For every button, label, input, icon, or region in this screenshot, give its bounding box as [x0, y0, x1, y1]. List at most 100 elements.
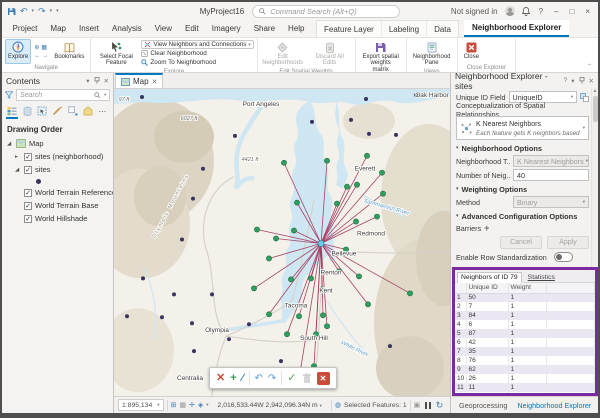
- selection-box-icon[interactable]: ▣: [414, 401, 421, 409]
- neighbor-point[interactable]: [320, 313, 325, 318]
- tab-neighborhood-explorer[interactable]: Neighborhood Explorer: [464, 20, 569, 37]
- sign-in-status[interactable]: Not signed in: [451, 7, 498, 16]
- site-point[interactable]: [160, 315, 164, 319]
- help-icon[interactable]: ?: [537, 7, 545, 16]
- table-row[interactable]: 12991: [455, 392, 595, 396]
- tab-imagery[interactable]: Imagery: [205, 20, 247, 37]
- method-select[interactable]: Binary ▾: [513, 196, 589, 208]
- focal-feature-point[interactable]: [318, 241, 324, 247]
- filter-funnel-icon[interactable]: [5, 91, 13, 99]
- delete-icon[interactable]: [302, 373, 312, 384]
- neighbor-point[interactable]: [273, 236, 278, 241]
- export-spatial-weights-button[interactable]: Export spatial weights matrix: [359, 39, 403, 73]
- select-focal-feature-button[interactable]: Select Focal Feature: [94, 39, 138, 68]
- maximize-button[interactable]: □: [567, 7, 576, 16]
- site-point[interactable]: [367, 132, 371, 136]
- neighbor-point[interactable]: [353, 219, 358, 224]
- neighbor-point[interactable]: [344, 184, 349, 189]
- grid-icon[interactable]: ▦: [179, 401, 186, 409]
- add-neighbor-icon[interactable]: +: [230, 373, 236, 384]
- coordinates-readout[interactable]: 2,016,533.44W 2,942,096.34N m ▾: [218, 402, 322, 409]
- neighbor-point[interactable]: [291, 228, 296, 233]
- expander-icon[interactable]: ◢: [7, 141, 13, 147]
- edit-neighborhoods-button[interactable]: Edit Neighborhoods: [261, 39, 305, 68]
- close-tab-icon[interactable]: ✕: [152, 78, 158, 86]
- selection-globe-icon[interactable]: ◍: [335, 401, 341, 409]
- cancel-button[interactable]: Cancel: [500, 236, 542, 249]
- snapping-icon[interactable]: ✛: [189, 401, 195, 409]
- tab-labeling[interactable]: Labeling: [382, 21, 427, 37]
- weighting-options-section[interactable]: ▾ Weighting Options: [456, 184, 589, 194]
- customize-qat-caret-icon[interactable]: ▾: [56, 8, 59, 14]
- redo-caret-icon[interactable]: ▾: [50, 8, 53, 14]
- site-point[interactable]: [349, 118, 353, 122]
- fixed-zoom-icon[interactable]: ▦: [41, 45, 47, 51]
- expander-icon[interactable]: ▸: [15, 154, 21, 160]
- undo-icon[interactable]: ↶: [255, 373, 263, 384]
- statistics-tab[interactable]: Statistics: [525, 273, 558, 282]
- site-point[interactable]: [227, 337, 231, 341]
- neighborhood-type-select[interactable]: K Nearest Neighbors ▾: [513, 155, 589, 167]
- list-by-selection-tab[interactable]: [36, 105, 48, 119]
- close-toolbar-icon[interactable]: ✕: [317, 372, 330, 385]
- site-point[interactable]: [140, 95, 144, 99]
- site-point[interactable]: [233, 134, 237, 138]
- pane-close-icon[interactable]: ✕: [589, 77, 594, 85]
- table-row[interactable]: 6421: [455, 338, 595, 347]
- site-point[interactable]: [279, 359, 283, 363]
- account-avatar[interactable]: [505, 6, 515, 16]
- bookmarks-button[interactable]: Bookmarks: [51, 39, 87, 64]
- table-row[interactable]: 1501: [455, 293, 595, 302]
- neighbor-point[interactable]: [324, 324, 329, 329]
- site-point[interactable]: [247, 322, 251, 326]
- geoprocessing-pane-tab[interactable]: Geoprocessing: [455, 400, 511, 411]
- neighbor-point[interactable]: [266, 256, 271, 261]
- row-standardization-toggle[interactable]: [554, 252, 573, 262]
- next-extent-icon[interactable]: →: [42, 53, 48, 59]
- neighborhood-explorer-pane-tab[interactable]: Neighborhood Explorer: [513, 400, 595, 411]
- neighborhood-options-section[interactable]: ▾ Neighborhood Options: [456, 143, 589, 153]
- tree-item-world-terrain-reference[interactable]: ✓ World Terrain Reference: [2, 186, 113, 199]
- neighbor-point[interactable]: [308, 276, 313, 281]
- layer-checkbox[interactable]: ✓: [24, 153, 32, 161]
- help-icon[interactable]: ?: [564, 77, 568, 84]
- list-by-editing-tab[interactable]: [51, 105, 63, 119]
- tab-map[interactable]: Map: [44, 20, 73, 37]
- weight-column-header[interactable]: Weight: [508, 283, 546, 293]
- table-row[interactable]: 10261: [455, 374, 595, 383]
- chevron-down-icon[interactable]: ▾: [104, 92, 106, 98]
- site-point[interactable]: [141, 276, 145, 280]
- neighbor-point[interactable]: [288, 277, 293, 282]
- view-neighbors-dropdown[interactable]: View Neighbors and Connections ▾: [141, 40, 253, 49]
- conceptualization-select[interactable]: K Nearest Neighbors Each feature gets K …: [456, 116, 589, 140]
- minimize-button[interactable]: –: [552, 7, 560, 16]
- draw-connection-icon[interactable]: ⁄: [242, 373, 244, 384]
- discard-all-edits-button[interactable]: Discard All Edits: [308, 39, 352, 68]
- neighbor-point[interactable]: [266, 312, 271, 317]
- tab-data[interactable]: Data: [427, 21, 458, 37]
- pane-pin-icon[interactable]: [94, 77, 100, 84]
- tab-insert[interactable]: Insert: [72, 20, 105, 37]
- tab-feature-layer[interactable]: Feature Layer: [317, 21, 382, 37]
- map-canvas[interactable]: Port AngelesOak HarborEverettRedmondBell…: [114, 89, 450, 396]
- neighbor-point[interactable]: [284, 332, 289, 337]
- map-view-tab[interactable]: Map ✕: [115, 73, 163, 88]
- list-by-snapping-tab[interactable]: [67, 105, 79, 119]
- tab-analysis[interactable]: Analysis: [105, 20, 148, 37]
- expander-icon[interactable]: ◢: [15, 167, 21, 173]
- tab-view[interactable]: View: [148, 20, 178, 37]
- list-by-data-source-tab[interactable]: [21, 105, 33, 119]
- list-by-labeling-tab[interactable]: [82, 105, 94, 119]
- pane-menu-caret-icon[interactable]: ▾: [86, 77, 89, 85]
- advanced-options-section[interactable]: ▾ Advanced Configuration Options: [456, 211, 589, 221]
- neighbor-point[interactable]: [294, 200, 299, 205]
- sound-icon[interactable]: ◈: [198, 401, 203, 409]
- apply-button[interactable]: Apply: [547, 236, 589, 249]
- save-icon[interactable]: [7, 7, 16, 16]
- site-point[interactable]: [125, 314, 129, 318]
- site-point[interactable]: [190, 321, 194, 325]
- neighbor-point[interactable]: [251, 286, 256, 291]
- tab-project[interactable]: Project: [6, 20, 44, 37]
- table-row[interactable]: 5871: [455, 329, 595, 338]
- table-row[interactable]: 11111: [455, 383, 595, 392]
